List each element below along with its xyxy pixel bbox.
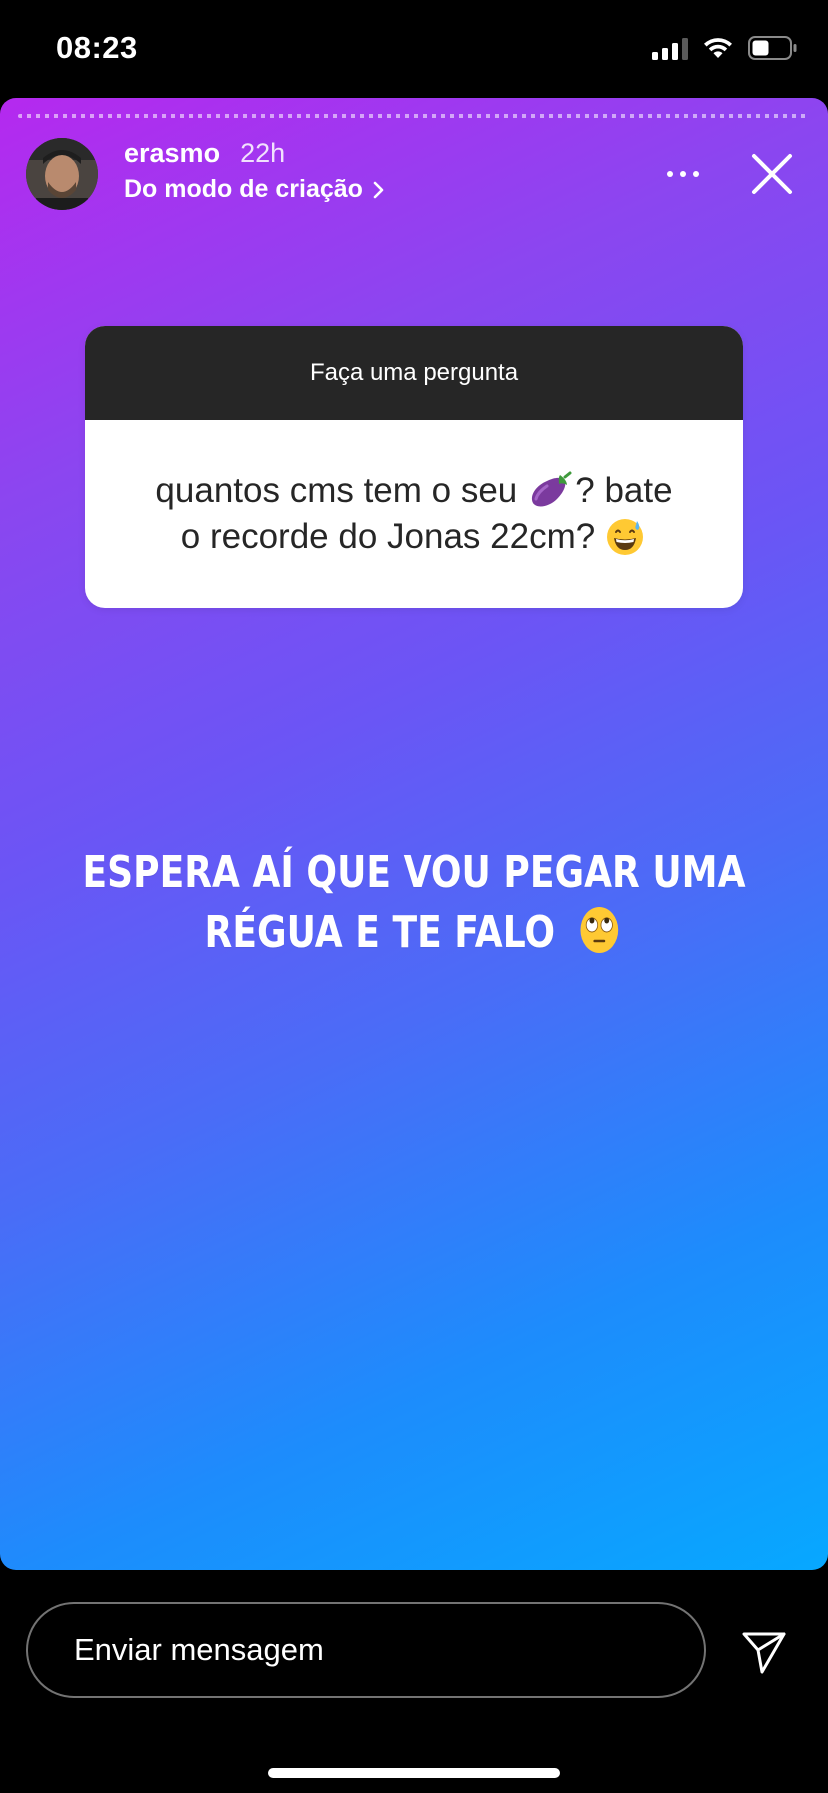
- post-time: 22h: [240, 138, 286, 168]
- story-progress-bar: [18, 114, 810, 118]
- chevron-right-icon: [373, 181, 384, 198]
- story-answer-text: ESPERA AÍ QUE VOU PEGAR UMA RÉGUA E TE F…: [75, 843, 754, 963]
- creation-mode-label: Do modo de criação: [124, 175, 363, 203]
- question-sticker-header: Faça uma pergunta: [85, 326, 743, 420]
- status-time: 08:23: [56, 30, 138, 65]
- home-indicator: [268, 1768, 560, 1778]
- eggplant-emoji-icon: [532, 471, 572, 507]
- answer-line-1: ESPERA AÍ QUE VOU PEGAR UMA: [82, 847, 746, 898]
- story-header: erasmo 22h Do modo de criação: [26, 136, 808, 212]
- answer-line-2: RÉGUA E TE FALO: [75, 903, 754, 963]
- question-text-part: o recorde do Jonas 22cm?: [180, 517, 596, 556]
- signal-icon: [652, 36, 688, 60]
- answer-text-part: RÉGUA E TE FALO: [204, 907, 556, 958]
- send-icon[interactable]: [740, 1628, 788, 1676]
- grinning-sweat-emoji-icon: [607, 519, 644, 555]
- question-line-1: quantos cms tem o seu ? bate: [155, 468, 672, 514]
- wifi-icon: [702, 36, 734, 60]
- question-line-2: o recorde do Jonas 22cm?: [181, 514, 647, 560]
- username[interactable]: erasmo: [124, 138, 220, 169]
- message-input[interactable]: [26, 1602, 706, 1698]
- question-text-part: quantos cms tem o seu: [155, 471, 518, 510]
- status-icons: [652, 36, 798, 60]
- more-options-icon[interactable]: [658, 154, 708, 194]
- user-info: erasmo 22h Do modo de criação: [124, 138, 385, 204]
- battery-icon: [748, 36, 798, 60]
- close-icon[interactable]: [746, 148, 798, 200]
- question-text-part: ? bate: [575, 471, 673, 510]
- story-card[interactable]: erasmo 22h Do modo de criação Faça uma p…: [0, 98, 828, 1570]
- question-sticker: Faça uma pergunta quantos cms tem o seu …: [85, 326, 743, 608]
- bottom-bar: [0, 1570, 828, 1793]
- creation-mode-link[interactable]: Do modo de criação: [124, 175, 385, 204]
- status-bar: 08:23: [0, 0, 828, 96]
- rolling-eyes-emoji-icon: [580, 907, 619, 953]
- question-sticker-body: quantos cms tem o seu ? bate o recorde d…: [85, 420, 743, 608]
- avatar[interactable]: [26, 138, 98, 210]
